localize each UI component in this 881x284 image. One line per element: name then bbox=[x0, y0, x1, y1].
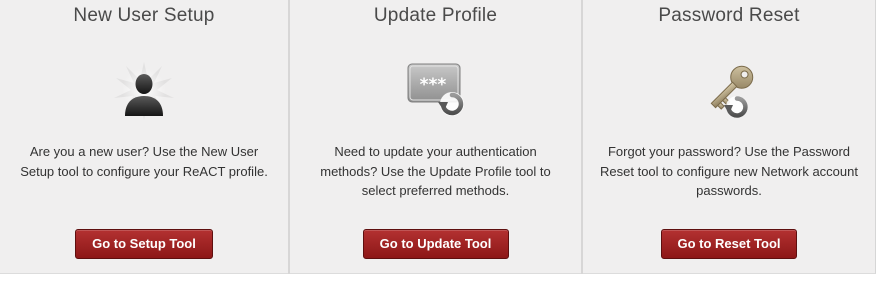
panel-title: Update Profile bbox=[373, 5, 498, 26]
page: New User Setup Are you a new user? Use t… bbox=[0, 0, 881, 284]
password-field-refresh-icon: *** bbox=[404, 58, 468, 122]
panel-update-profile: Update Profile *** Need to update your a… bbox=[290, 0, 583, 274]
go-to-setup-tool-button[interactable]: Go to Setup Tool bbox=[75, 229, 213, 259]
panel-new-user-setup: New User Setup Are you a new user? Use t… bbox=[0, 0, 290, 274]
panel-title: New User Setup bbox=[73, 5, 215, 26]
go-to-reset-tool-button[interactable]: Go to Reset Tool bbox=[661, 229, 797, 259]
key-refresh-icon bbox=[697, 58, 761, 122]
go-to-update-tool-button[interactable]: Go to Update Tool bbox=[362, 229, 509, 259]
panel-description: Forgot your password? Use the Password R… bbox=[600, 144, 858, 198]
tool-panels: New User Setup Are you a new user? Use t… bbox=[0, 0, 876, 274]
panel-password-reset: Password Reset Forgot your password? Use… bbox=[583, 0, 875, 274]
panel-description: Need to update your authentication metho… bbox=[320, 144, 551, 198]
panel-description: Are you a new user? Use the New User Set… bbox=[20, 144, 268, 179]
panel-title: Password Reset bbox=[658, 5, 800, 26]
svg-text:***: *** bbox=[419, 75, 446, 95]
user-silhouette-icon bbox=[112, 58, 176, 122]
